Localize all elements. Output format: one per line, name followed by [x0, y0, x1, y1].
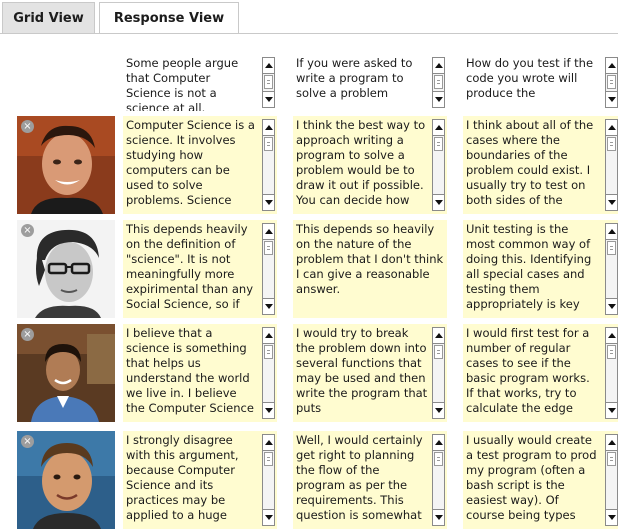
question-scrollbar[interactable]	[432, 57, 445, 108]
answer-cell: I think about all of the cases where the…	[463, 116, 618, 214]
tab-response-view[interactable]: Response View	[99, 2, 239, 34]
answer-scrollbar[interactable]	[262, 119, 275, 211]
answer-cell: I would first test for a number of regul…	[463, 324, 618, 422]
scroll-thumb[interactable]	[607, 452, 616, 466]
scroll-up-arrow-icon[interactable]	[606, 224, 617, 240]
scroll-thumb[interactable]	[264, 452, 273, 466]
scroll-down-arrow-icon[interactable]	[433, 91, 444, 107]
scroll-up-arrow-icon[interactable]	[433, 435, 444, 451]
remove-student-icon[interactable]: ×	[21, 435, 34, 448]
scroll-thumb[interactable]	[264, 241, 273, 255]
answer-cell: I would try to break the problem down in…	[293, 324, 447, 422]
scroll-thumb[interactable]	[607, 345, 616, 359]
answer-scrollbar[interactable]	[605, 223, 618, 315]
scroll-down-arrow-icon[interactable]	[606, 298, 617, 314]
student-avatar: ×	[17, 324, 115, 422]
student-avatar: ×	[17, 220, 115, 318]
scroll-down-arrow-icon[interactable]	[606, 509, 617, 525]
answer-cell: I strongly disagree with this argument, …	[123, 431, 277, 529]
question-text: Some people argue that Computer Science …	[126, 56, 239, 111]
tab-divider	[0, 33, 618, 34]
scroll-up-arrow-icon[interactable]	[606, 435, 617, 451]
answer-cell: Computer Science is a science. It involv…	[123, 116, 277, 214]
scroll-down-arrow-icon[interactable]	[263, 402, 274, 418]
scroll-thumb[interactable]	[434, 345, 443, 359]
scroll-up-arrow-icon[interactable]	[263, 58, 274, 74]
answer-text: Well, I would certainly get right to pla…	[296, 433, 423, 522]
question-cell: Some people argue that Computer Science …	[123, 54, 277, 111]
scroll-up-arrow-icon[interactable]	[433, 120, 444, 136]
question-text: How do you test if the code you wrote wi…	[466, 56, 594, 100]
scroll-thumb[interactable]	[434, 452, 443, 466]
answer-text: This depends so heavily on the nature of…	[296, 222, 444, 296]
answer-scrollbar[interactable]	[262, 434, 275, 526]
answer-text: I usually would create a test program to…	[466, 433, 597, 522]
answer-scrollbar[interactable]	[605, 119, 618, 211]
scroll-down-arrow-icon[interactable]	[433, 194, 444, 210]
remove-student-icon[interactable]: ×	[21, 224, 34, 237]
scroll-thumb[interactable]	[607, 137, 616, 151]
scroll-up-arrow-icon[interactable]	[606, 328, 617, 344]
remove-student-icon[interactable]: ×	[21, 328, 34, 341]
question-cell: If you were asked to write a program to …	[293, 54, 447, 111]
answer-text: I believe that a science is something th…	[126, 326, 254, 415]
remove-student-icon[interactable]: ×	[21, 120, 34, 133]
student-avatar: ×	[17, 431, 115, 529]
answer-cell: I believe that a science is something th…	[123, 324, 277, 422]
scroll-thumb[interactable]	[607, 75, 616, 89]
answer-text: I think the best way to approach writing…	[296, 118, 426, 207]
answer-text: I would first test for a number of regul…	[466, 326, 590, 415]
answer-text: Computer Science is a science. It involv…	[126, 118, 255, 207]
answer-cell: This depends heavily on the definition o…	[123, 220, 277, 318]
scroll-down-arrow-icon[interactable]	[263, 91, 274, 107]
question-scrollbar[interactable]	[605, 57, 618, 108]
scroll-up-arrow-icon[interactable]	[433, 328, 444, 344]
answer-text: Unit testing is the most common way of d…	[466, 222, 592, 311]
scroll-thumb[interactable]	[607, 241, 616, 255]
answer-scrollbar[interactable]	[605, 327, 618, 419]
scroll-up-arrow-icon[interactable]	[606, 120, 617, 136]
answer-cell: Well, I would certainly get right to pla…	[293, 431, 447, 529]
scroll-down-arrow-icon[interactable]	[606, 402, 617, 418]
answer-cell: Unit testing is the most common way of d…	[463, 220, 618, 318]
scroll-down-arrow-icon[interactable]	[433, 402, 444, 418]
answer-text: I would try to break the problem down in…	[296, 326, 428, 415]
question-text: If you were asked to write a program to …	[296, 56, 413, 100]
scroll-up-arrow-icon[interactable]	[263, 120, 274, 136]
question-scrollbar[interactable]	[262, 57, 275, 108]
scroll-thumb[interactable]	[264, 345, 273, 359]
answer-scrollbar[interactable]	[432, 434, 445, 526]
answer-text: This depends heavily on the definition o…	[126, 222, 253, 311]
answer-scrollbar[interactable]	[262, 223, 275, 315]
scroll-up-arrow-icon[interactable]	[606, 58, 617, 74]
scroll-down-arrow-icon[interactable]	[263, 194, 274, 210]
answer-cell: I usually would create a test program to…	[463, 431, 618, 529]
question-cell: How do you test if the code you wrote wi…	[463, 54, 618, 111]
answer-cell: I think the best way to approach writing…	[293, 116, 447, 214]
scroll-up-arrow-icon[interactable]	[263, 435, 274, 451]
answer-scrollbar[interactable]	[432, 327, 445, 419]
scroll-down-arrow-icon[interactable]	[433, 509, 444, 525]
scroll-down-arrow-icon[interactable]	[263, 509, 274, 525]
answer-scrollbar[interactable]	[262, 327, 275, 419]
scroll-up-arrow-icon[interactable]	[433, 58, 444, 74]
scroll-thumb[interactable]	[264, 75, 273, 89]
tab-bar: Grid View Response View	[0, 0, 618, 34]
scroll-down-arrow-icon[interactable]	[606, 91, 617, 107]
scroll-down-arrow-icon[interactable]	[606, 194, 617, 210]
scroll-thumb[interactable]	[434, 75, 443, 89]
answer-scrollbar[interactable]	[432, 119, 445, 211]
scroll-thumb[interactable]	[434, 137, 443, 151]
answer-scrollbar[interactable]	[605, 434, 618, 526]
scroll-up-arrow-icon[interactable]	[263, 328, 274, 344]
tab-grid-view[interactable]: Grid View	[2, 2, 95, 33]
answer-text: I think about all of the cases where the…	[466, 118, 594, 207]
student-avatar: ×	[17, 116, 115, 214]
scroll-up-arrow-icon[interactable]	[263, 224, 274, 240]
answer-text: I strongly disagree with this argument, …	[126, 433, 239, 522]
answer-cell: This depends so heavily on the nature of…	[293, 220, 447, 318]
scroll-thumb[interactable]	[264, 137, 273, 151]
scroll-down-arrow-icon[interactable]	[263, 298, 274, 314]
